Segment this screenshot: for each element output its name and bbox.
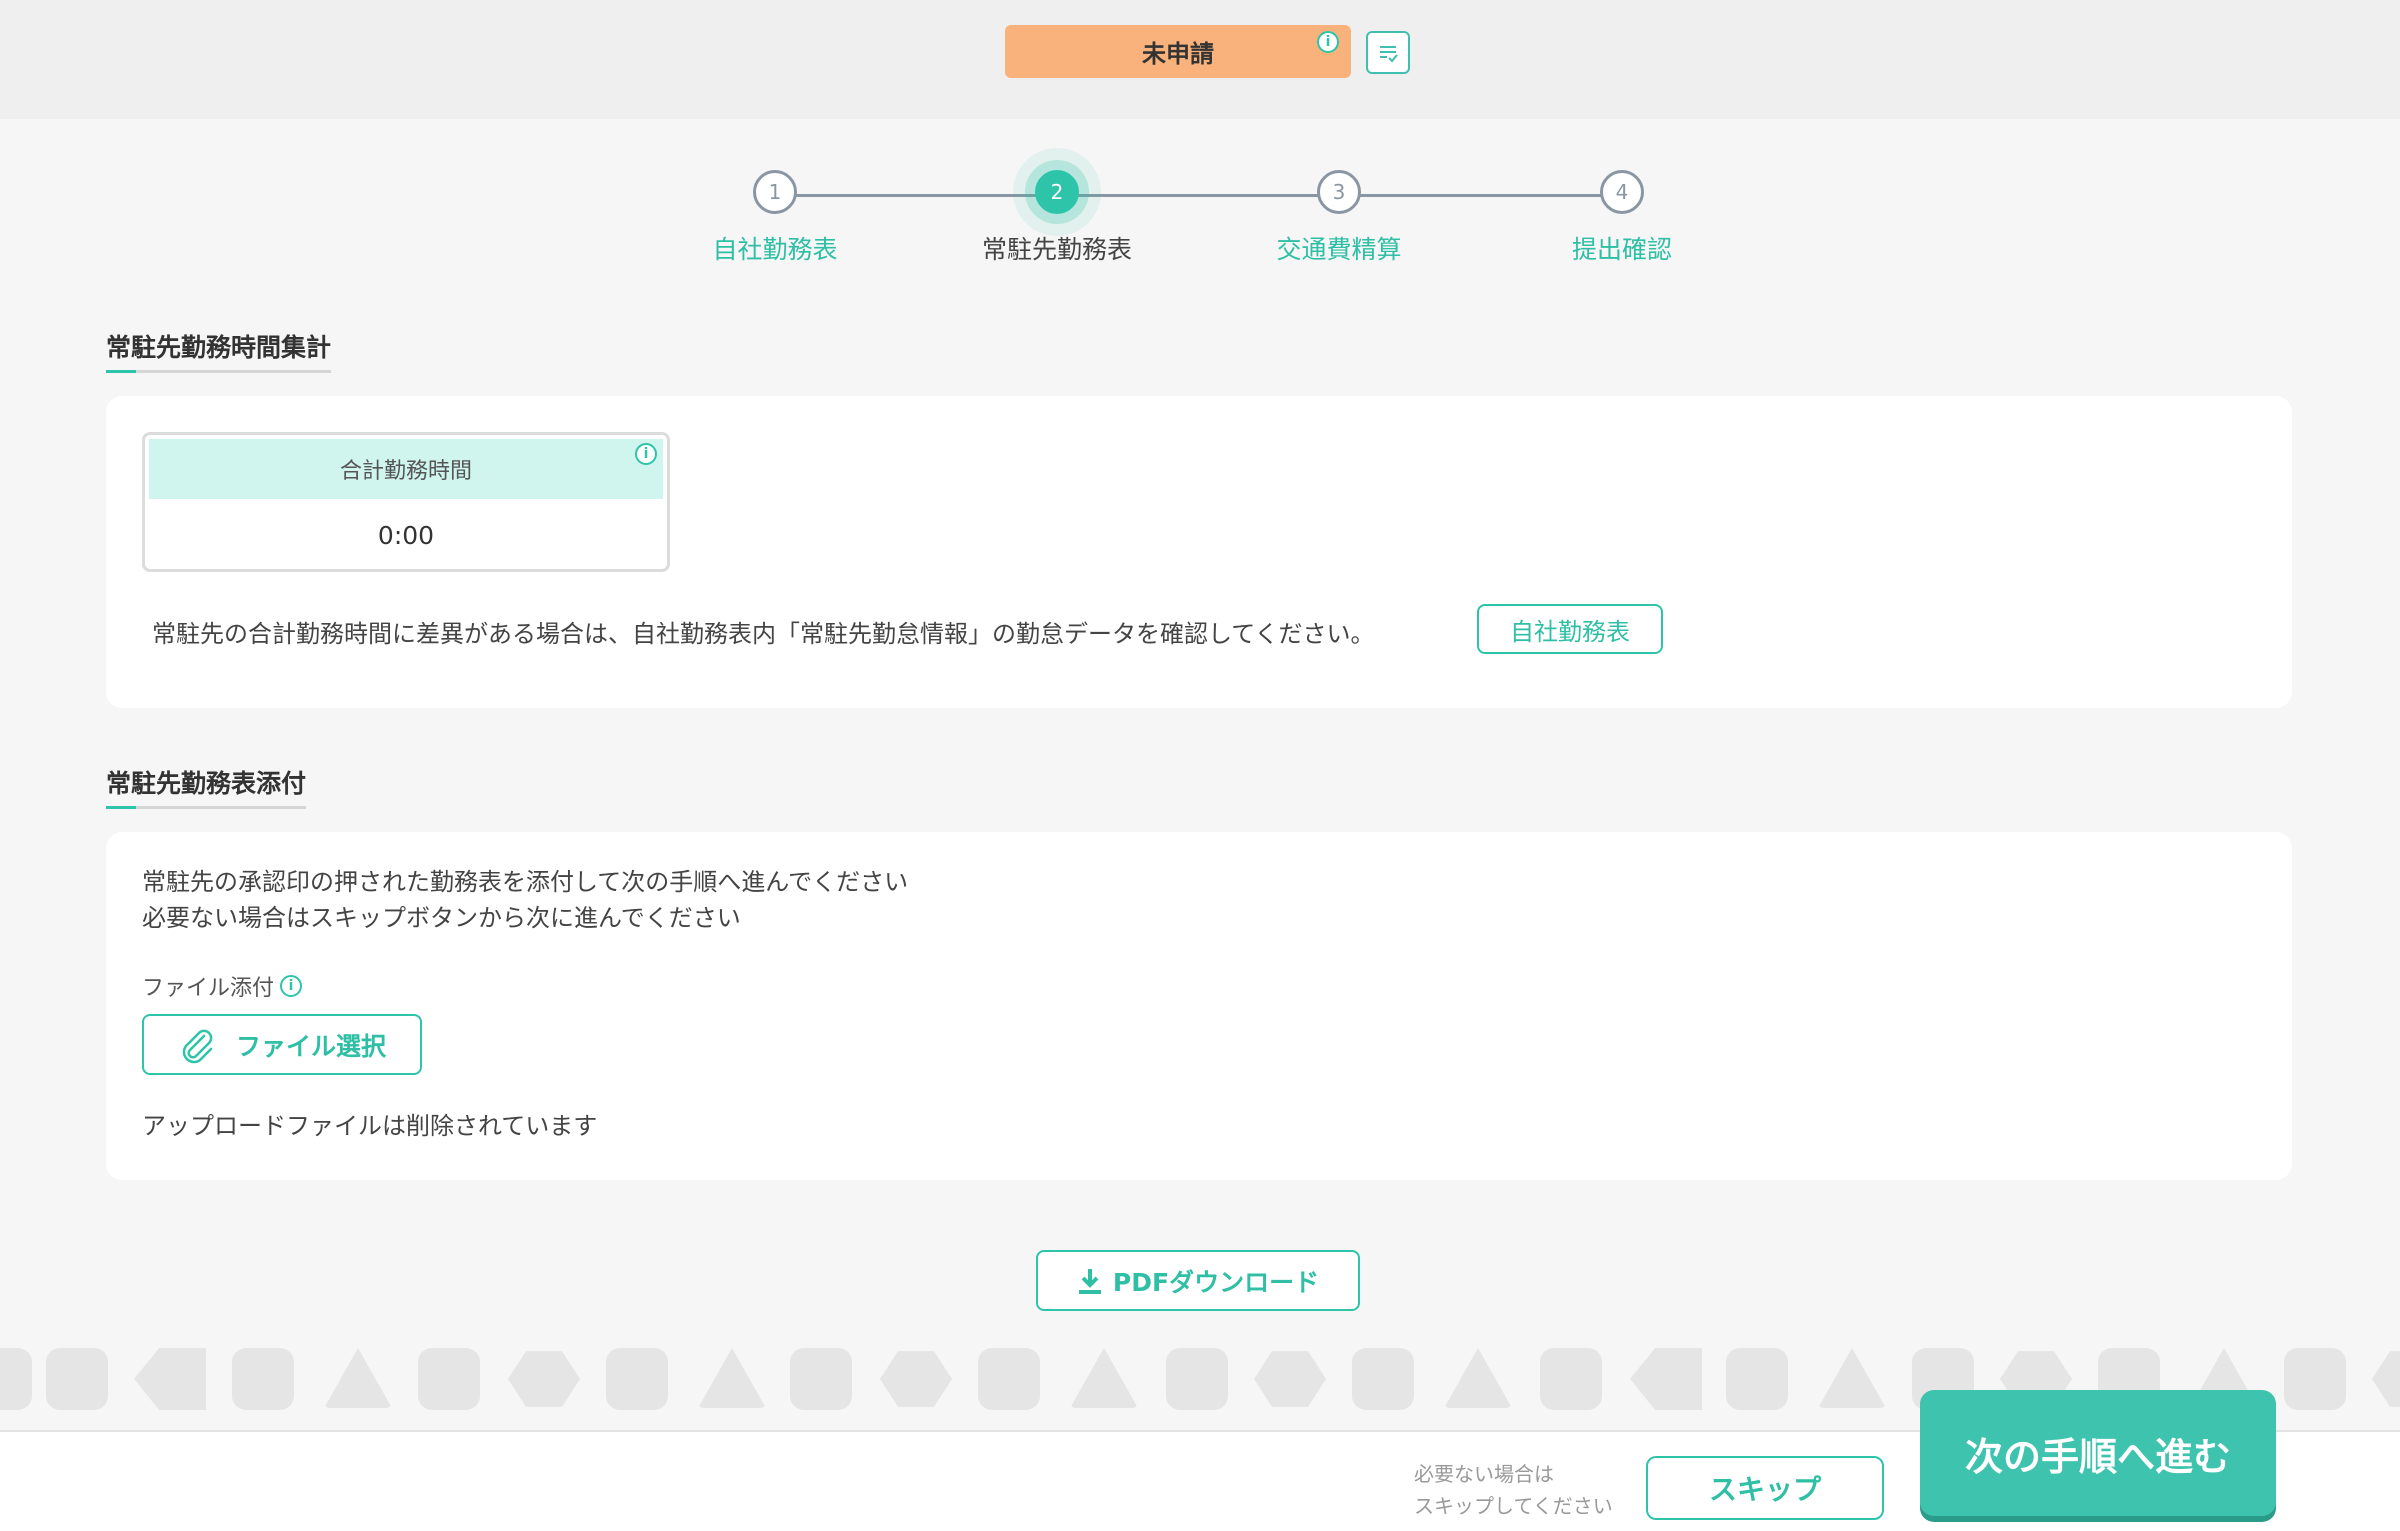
checklist-icon	[1380, 45, 1398, 62]
skip-button-label: スキップ	[1708, 1473, 1821, 1506]
company-timesheet-button[interactable]: 自社勤務表	[1477, 604, 1663, 654]
total-hours-value: 0:00	[377, 521, 435, 550]
decorative-shape	[2372, 1351, 2400, 1407]
next-step-button-label: 次の手順へ進む	[1964, 1434, 2231, 1479]
decorative-shape	[1070, 1348, 1138, 1408]
skip-note: 必要ない場合は スキップしてください	[1414, 1458, 1613, 1522]
step-number: 2	[1035, 170, 1079, 214]
summary-card: 合計勤務時間 i 0:00 常駐先の合計勤務時間に差異がある場合は、自社勤務表内…	[106, 396, 2292, 708]
decorative-shape	[1254, 1351, 1326, 1407]
total-hours-label: 合計勤務時間	[339, 459, 472, 484]
file-attach-label: ファイル添付	[142, 976, 275, 1001]
paperclip-icon	[182, 1029, 213, 1063]
step-label: 自社勤務表	[712, 235, 838, 264]
status-label: 未申請	[1142, 40, 1214, 68]
decorative-shape	[1540, 1348, 1602, 1410]
file-attach-label-row: ファイル添付 i	[142, 970, 303, 1002]
attachment-card: 常駐先の承認印の押された勤務表を添付して次の手順へ進んでください 必要ない場合は…	[106, 832, 2292, 1180]
file-select-button-label: ファイル選択	[235, 1031, 386, 1061]
decorative-shape	[1818, 1348, 1886, 1408]
decorative-shape	[2284, 1348, 2346, 1410]
step-client-timesheet[interactable]: 2 常駐先勤務表	[917, 170, 1197, 266]
decorative-shape	[1352, 1348, 1414, 1410]
company-timesheet-button-label: 自社勤務表	[1510, 617, 1630, 646]
upload-status-text: アップロードファイルは削除されています	[142, 1112, 598, 1140]
decorative-shape	[0, 1348, 32, 1410]
step-label: 提出確認	[1571, 235, 1672, 264]
decorative-shape	[978, 1348, 1040, 1410]
step-number: 3	[1317, 170, 1361, 214]
summary-section-title: 常駐先勤務時間集計	[106, 328, 332, 373]
step-number: 1	[753, 170, 797, 214]
decorative-shape	[1726, 1348, 1788, 1410]
info-icon[interactable]: i	[1317, 31, 1339, 53]
decorative-shape	[134, 1348, 206, 1410]
decorative-shape	[418, 1348, 480, 1410]
decorative-shape	[698, 1348, 766, 1408]
skip-note-line2: スキップしてください	[1414, 1494, 1613, 1518]
memo-button[interactable]	[1366, 31, 1410, 74]
decorative-shape	[508, 1351, 580, 1407]
attachment-section-title: 常駐先勤務表添付	[106, 764, 307, 809]
next-step-button[interactable]: 次の手順へ進む	[1920, 1390, 2276, 1516]
file-select-button[interactable]: ファイル選択	[142, 1014, 422, 1075]
decorative-shape	[606, 1348, 668, 1410]
step-label: 交通費精算	[1276, 235, 1402, 264]
attachment-description-2: 必要ない場合はスキップボタンから次に進んでください	[142, 904, 741, 932]
info-icon[interactable]: i	[635, 443, 657, 465]
decorative-shape	[46, 1348, 108, 1410]
discrepancy-note: 常駐先の合計勤務時間に差異がある場合は、自社勤務表内「常駐先勤怠情報」の勤怠デー…	[152, 620, 1375, 648]
status-badge: 未申請 i	[1005, 25, 1351, 78]
decorative-shape	[1630, 1348, 1702, 1410]
step-own-timesheet[interactable]: 1 自社勤務表	[635, 170, 915, 266]
decorative-shape	[1444, 1348, 1512, 1408]
pdf-download-label: PDFダウンロード	[1112, 1267, 1320, 1297]
decorative-shape	[880, 1351, 952, 1407]
decorative-shape	[324, 1348, 392, 1408]
info-icon[interactable]: i	[280, 975, 303, 997]
skip-note-line1: 必要ない場合は	[1414, 1462, 1554, 1486]
decorative-shape	[232, 1348, 294, 1410]
decorative-shape	[1166, 1348, 1228, 1410]
decorative-shape	[790, 1348, 852, 1410]
top-status-bar: 未申請 i	[0, 0, 2400, 119]
step-transport-expense[interactable]: 3 交通費精算	[1199, 170, 1479, 266]
download-icon	[1078, 1268, 1101, 1294]
attachment-description-1: 常駐先の承認印の押された勤務表を添付して次の手順へ進んでください	[142, 868, 909, 896]
step-submit-confirm[interactable]: 4 提出確認	[1482, 170, 1762, 266]
step-number: 4	[1600, 170, 1644, 214]
step-label: 常駐先勤務表	[981, 235, 1132, 264]
pdf-download-button[interactable]: PDFダウンロード	[1036, 1250, 1360, 1311]
skip-button[interactable]: スキップ	[1646, 1456, 1884, 1520]
total-hours-header: 合計勤務時間 i	[149, 439, 663, 499]
total-hours-box: 合計勤務時間 i 0:00	[142, 432, 670, 572]
